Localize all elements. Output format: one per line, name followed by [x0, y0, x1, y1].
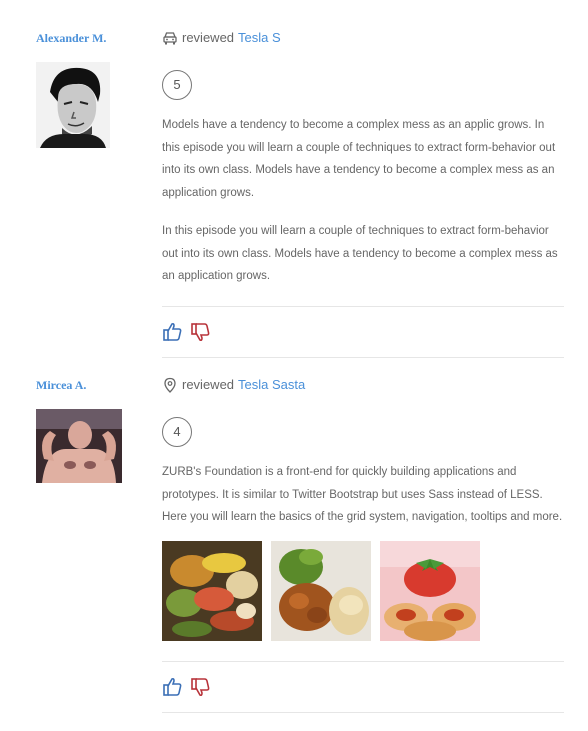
man-portrait-avatar — [36, 62, 110, 148]
review-author: Mircea A. — [36, 375, 146, 483]
review-body: reviewed Tesla Sasta 4 ZURB's Foundation… — [162, 375, 564, 713]
vote-row — [162, 307, 564, 357]
reviewed-line: reviewed Tesla Sasta — [162, 375, 564, 395]
divider — [162, 711, 564, 713]
car-icon — [162, 30, 178, 46]
vote-row — [162, 662, 564, 712]
rating-badge: 5 — [162, 70, 192, 100]
review-text: ZURB's Foundation is a front-end for qui… — [162, 461, 564, 529]
reviewed-label: reviewed — [182, 30, 235, 45]
review-author: Alexander M. — [36, 28, 146, 148]
author-name-link[interactable]: Mircea A. — [36, 375, 146, 395]
review-paragraph: ZURB's Foundation is a front-end for qui… — [162, 466, 563, 523]
person-photo-avatar — [36, 409, 122, 483]
thumbs-up-icon[interactable] — [162, 676, 184, 698]
food-photo-meat-salad[interactable] — [271, 540, 371, 641]
review-paragraph: Models have a tendency to become a compl… — [162, 119, 556, 199]
location-pin-icon — [162, 377, 178, 393]
rating-badge: 4 — [162, 417, 192, 447]
reviews-page: Alexander M. reviewed Tesla S 5 Models h… — [0, 0, 588, 731]
author-name-link[interactable]: Alexander M. — [36, 28, 146, 48]
photo-gallery — [162, 540, 564, 641]
reviewed-label: reviewed — [182, 377, 235, 392]
thumbs-up-icon[interactable] — [162, 321, 184, 343]
food-photo-vegetables[interactable] — [162, 540, 262, 641]
divider — [162, 356, 564, 358]
reviewed-item-link[interactable]: Tesla Sasta — [238, 375, 305, 395]
reviewed-item-link[interactable]: Tesla S — [238, 28, 281, 48]
reviewed-line: reviewed Tesla S — [162, 28, 564, 48]
review-text: Models have a tendency to become a compl… — [162, 114, 564, 288]
thumbs-down-icon[interactable] — [190, 676, 212, 698]
thumbs-down-icon[interactable] — [190, 321, 212, 343]
review-body: reviewed Tesla S 5 Models have a tendenc… — [162, 28, 564, 358]
avatar[interactable] — [36, 409, 122, 483]
review-paragraph: In this episode you will learn a couple … — [162, 225, 558, 282]
avatar[interactable] — [36, 62, 110, 148]
food-photo-strawberry-dessert[interactable] — [380, 540, 480, 641]
